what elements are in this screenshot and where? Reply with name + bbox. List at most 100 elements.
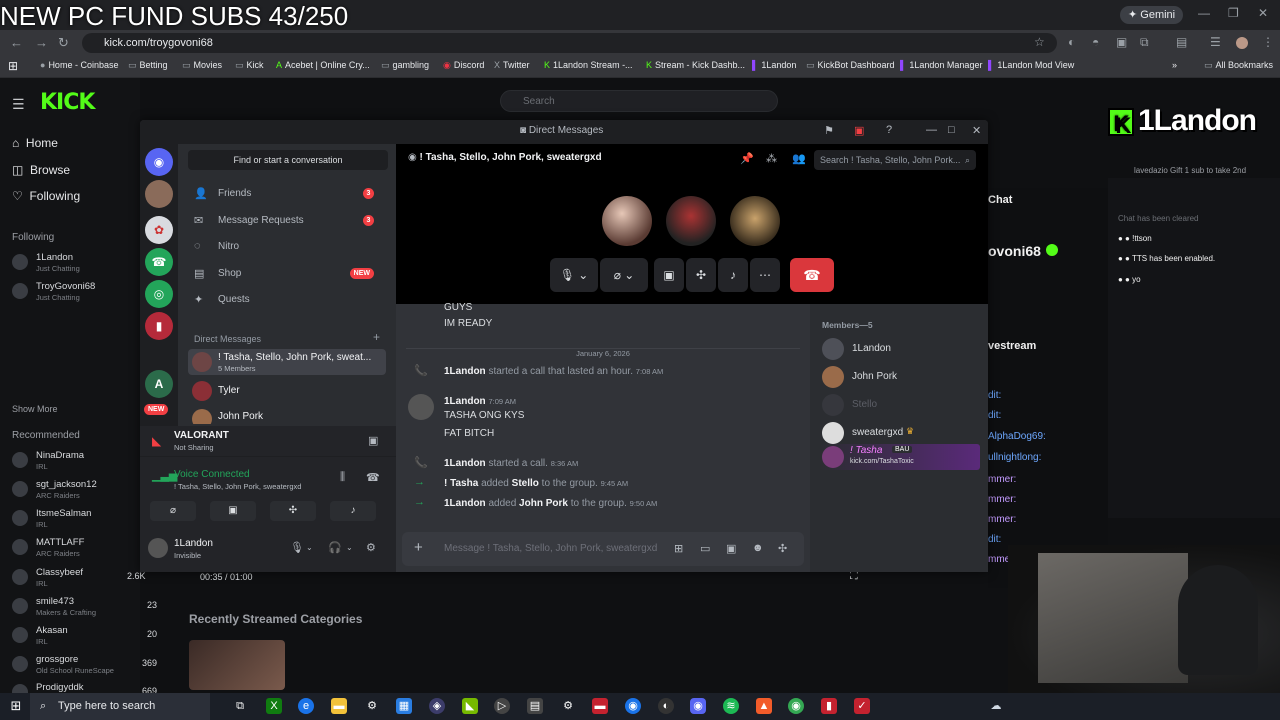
maximize-icon[interactable]: ❐ [1228, 6, 1239, 20]
avatar[interactable] [148, 538, 168, 558]
find-conversation-button[interactable]: Find or start a conversation [188, 150, 388, 170]
discord-icon[interactable]: ◉ [690, 698, 706, 714]
member-item[interactable]: 1Landon [822, 338, 984, 362]
bookmark-item[interactable]: ◉ Discord [443, 60, 484, 71]
chrome-icon[interactable]: ◉ [788, 698, 804, 714]
app-icon[interactable]: ▬ [592, 698, 608, 714]
chevron-down-icon[interactable]: ⌄ [306, 543, 313, 552]
chevron-right-icon[interactable]: » [1172, 60, 1177, 70]
soundboard-button[interactable]: ♪ [718, 258, 748, 292]
server-icon[interactable] [145, 180, 173, 208]
help-icon[interactable]: ? [886, 124, 892, 136]
twitch-extension-icon[interactable]: ▣ [1116, 35, 1127, 49]
screen-icon[interactable]: ▣ [854, 124, 864, 137]
menu-icon[interactable]: ☰ [1210, 35, 1221, 49]
video-button[interactable]: ⌀ ⌄ [600, 258, 648, 292]
settings-icon[interactable]: ⚙ [364, 698, 380, 714]
disconnect-icon[interactable]: ☎ [366, 471, 380, 484]
nav-message-requests[interactable]: ✉ Message Requests 3 [188, 209, 388, 233]
emoji-icon[interactable]: ☻ [752, 542, 764, 554]
recommended-item[interactable]: smile473 Makers & Crafting 23 [12, 596, 162, 622]
bookmark-item[interactable]: ▭ Kick [235, 60, 264, 71]
profile-avatar[interactable] [1236, 37, 1248, 49]
member-item-tasha[interactable]: ! Tasha BAU kick.com/TashaToxic [820, 444, 980, 470]
participant-avatar[interactable] [666, 196, 716, 246]
disconnect-call-button[interactable]: ☎ [790, 258, 834, 292]
bookmark-item[interactable]: ▌ 1Landon [752, 60, 796, 70]
brave-icon[interactable]: ▲ [756, 698, 772, 714]
store-icon[interactable]: ▦ [396, 698, 412, 714]
bookmark-item[interactable]: ▭ Betting [128, 60, 168, 71]
nav-nitro[interactable]: ◌ Nitro [188, 235, 388, 259]
bookmark-item[interactable]: ▭ Movies [182, 60, 222, 71]
back-icon[interactable]: ← [10, 35, 23, 50]
member-item[interactable]: John Pork [822, 366, 984, 390]
activities-button[interactable]: ✣ [686, 258, 716, 292]
app-icon[interactable]: ◈ [429, 698, 445, 714]
kick-logo[interactable]: KICK [40, 90, 95, 115]
bookmark-item[interactable]: ▭ gambling [381, 60, 429, 71]
nvidia-icon[interactable]: ◣ [462, 698, 478, 714]
file-explorer-icon[interactable]: ▬ [331, 698, 347, 714]
reload-icon[interactable]: ↻ [58, 35, 69, 51]
minimize-icon[interactable]: — [926, 124, 937, 136]
dm-item-group[interactable]: ! Tasha, Stello, John Pork, sweat... 5 Me… [188, 349, 386, 375]
close-icon[interactable]: ✕ [972, 124, 981, 137]
app-icon[interactable]: ▷ [494, 698, 510, 714]
dm-item-tyler[interactable]: Tyler [188, 378, 386, 404]
more-vert-icon[interactable]: ⋮ [1262, 35, 1274, 49]
member-list-icon[interactable]: 👥 [792, 152, 806, 165]
bookmark-item[interactable]: ▌ 1Landon Manager [900, 60, 982, 70]
minimize-icon[interactable]: — [1198, 6, 1210, 20]
url-field[interactable]: kick.com/troygovoni68 [82, 33, 1057, 53]
nav-home[interactable]: ⌂ Home [12, 136, 58, 150]
server-icon[interactable]: ☎ [145, 248, 173, 276]
taskbar-search[interactable]: ⌕ Type here to search [30, 693, 210, 720]
apps-grid-icon[interactable]: ⊞ [8, 59, 18, 73]
soundboard-button[interactable]: ♪ [330, 501, 376, 521]
member-item[interactable]: Stello [822, 394, 984, 418]
nav-friends[interactable]: 👤 Friends 3 [188, 182, 388, 206]
gift-icon[interactable]: ⊞ [674, 542, 683, 555]
bookmark-item[interactable]: ● Home - Coinbase [40, 60, 118, 70]
mute-button[interactable]: 🎙 ⌄ [550, 258, 598, 292]
maximize-icon[interactable]: □ [948, 124, 955, 136]
xbox-icon[interactable]: X [266, 698, 282, 714]
kick-search-input[interactable]: Search [500, 90, 778, 112]
dm-item-john-pork[interactable]: John Pork [188, 406, 386, 424]
avatar[interactable] [408, 394, 434, 420]
star-icon[interactable]: ☆ [1034, 35, 1045, 49]
plus-icon[interactable]: + [373, 330, 380, 344]
screen-share-button[interactable]: ▣ [654, 258, 684, 292]
livestream-link[interactable]: vestream [988, 340, 1036, 352]
participant-avatar[interactable] [602, 196, 652, 246]
nav-following[interactable]: ♡ Following [12, 189, 80, 203]
camera-off-button[interactable]: ⌀ [150, 501, 196, 521]
server-icon[interactable]: ✿ [145, 216, 173, 244]
gear-icon[interactable]: ⚙ [366, 541, 376, 554]
add-friends-icon[interactable]: ⁂ [766, 152, 777, 165]
screen-share-button[interactable]: ▣ [210, 501, 256, 521]
noise-suppression-icon[interactable]: ⫼ [340, 471, 345, 484]
activities-button[interactable]: ✣ [270, 501, 316, 521]
microphone-icon[interactable]: 🎙 [290, 541, 304, 554]
participant-avatar[interactable] [730, 196, 780, 246]
gear-icon[interactable]: ⚙ [560, 698, 576, 714]
headset-icon[interactable]: 🎧 [328, 541, 342, 554]
nav-shop[interactable]: ▤ Shop NEW [188, 262, 388, 286]
extension-icon[interactable]: ◓ [1092, 35, 1099, 49]
chevron-down-icon[interactable]: ⌄ [346, 543, 353, 552]
recommended-item[interactable]: grossgore Old School RuneScape 369 [12, 654, 162, 680]
call-search-input[interactable]: Search ! Tasha, Stello, John Pork... ⌕ [814, 150, 976, 170]
nav-quests[interactable]: ✦ Quests [188, 288, 388, 312]
message-input[interactable]: + Message ! Tasha, Stello, John Pork, sw… [402, 532, 804, 566]
show-more-link[interactable]: Show More [12, 404, 58, 414]
bookmark-item[interactable]: K 1Landon Stream -... [544, 60, 633, 70]
server-icon[interactable]: ▮ [145, 312, 173, 340]
obs-icon[interactable]: ◐ [658, 698, 674, 714]
bookmark-item[interactable]: A Acebet | Online Cry... [276, 60, 370, 70]
pin-icon[interactable]: 📌 [740, 152, 754, 165]
share-screen-icon[interactable]: ▣ [368, 434, 378, 447]
browser-icon[interactable]: ◉ [625, 698, 641, 714]
bookmark-item[interactable]: ▌ 1Landon Mod View [988, 60, 1074, 70]
